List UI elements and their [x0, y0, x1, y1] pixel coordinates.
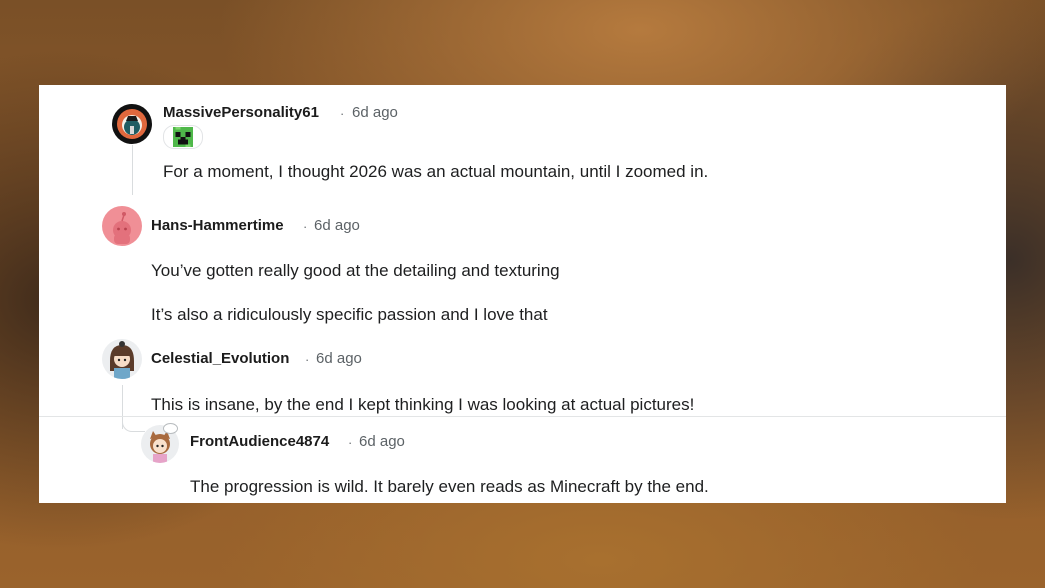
comment: MassivePersonality61 · 6d ago For a mome…: [39, 85, 1006, 195]
snoo-avatar-icon: [113, 212, 131, 244]
comment-paragraph: It’s also a ridiculously specific passio…: [151, 305, 548, 324]
user-avatar[interactable]: [102, 339, 142, 379]
comment-body: For a moment, I thought 2026 was an actu…: [163, 162, 709, 181]
comment-author[interactable]: Celestial_Evolution: [151, 350, 289, 367]
comment-body: This is insane, by the end I kept thinki…: [151, 395, 695, 414]
comment: Hans-Hammertime · 6d ago You’ve gotten r…: [39, 197, 1006, 332]
comment-author[interactable]: Hans-Hammertime: [151, 217, 284, 234]
meta-separator: ·: [305, 352, 310, 367]
user-avatar[interactable]: [112, 104, 152, 144]
comment-timestamp[interactable]: 6d ago: [316, 350, 362, 367]
comment-body: The progression is wild. It barely even …: [190, 477, 709, 496]
reply-comment: FrontAudience4874 · 6d ago The progressi…: [39, 419, 1006, 503]
meta-separator: ·: [303, 219, 308, 234]
comment: Celestial_Evolution · 6d ago This is ins…: [39, 337, 1006, 417]
comment-timestamp[interactable]: 6d ago: [352, 104, 398, 121]
meta-separator: ·: [340, 106, 345, 121]
comment-timestamp[interactable]: 6d ago: [359, 433, 405, 450]
thought-bubble-icon: [163, 423, 178, 434]
comment-paragraph: You’ve gotten really good at the detaili…: [151, 261, 560, 280]
user-avatar[interactable]: [102, 206, 142, 246]
creeper-icon: [173, 127, 193, 147]
divider: [39, 416, 1006, 417]
comment-author[interactable]: FrontAudience4874: [190, 433, 329, 450]
user-flair: [163, 125, 203, 149]
comment-author[interactable]: MassivePersonality61: [163, 104, 319, 121]
robot-avatar-icon: [117, 109, 147, 139]
anime-girl-avatar-icon: [110, 341, 134, 379]
comment-timestamp[interactable]: 6d ago: [314, 217, 360, 234]
meta-separator: ·: [348, 435, 353, 450]
comment-thread-card: MassivePersonality61 · 6d ago For a mome…: [39, 85, 1006, 503]
